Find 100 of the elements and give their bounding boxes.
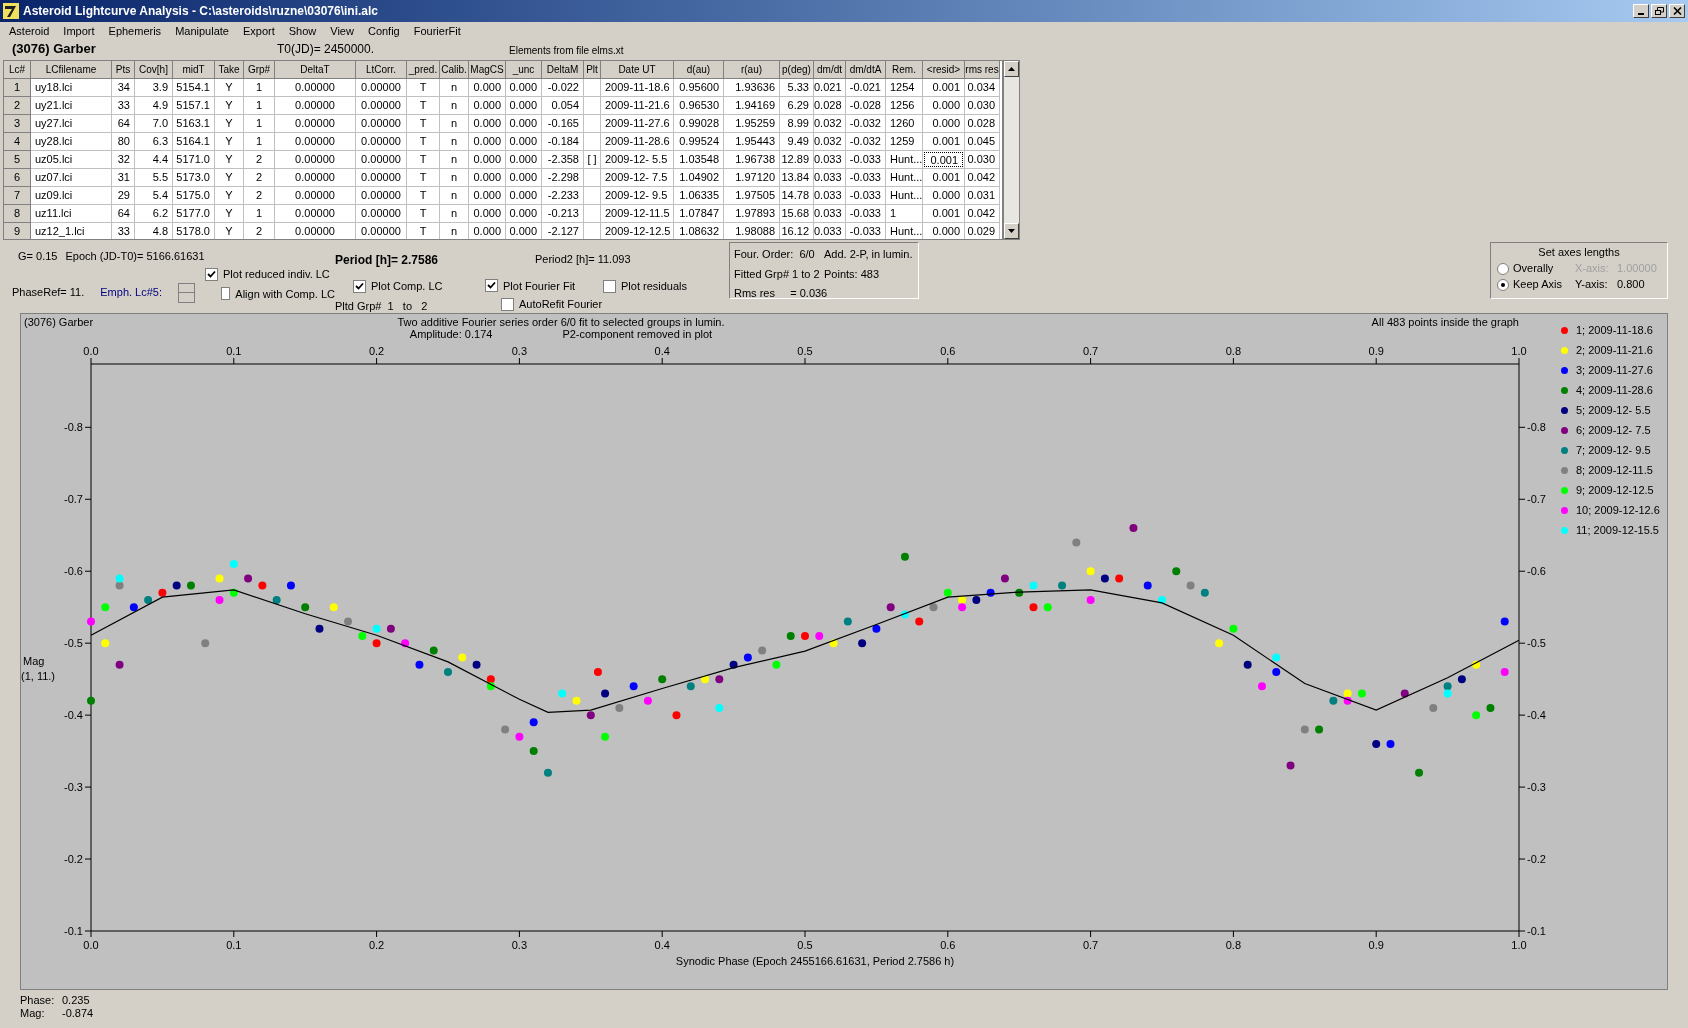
row-header[interactable]: 4 — [4, 133, 31, 151]
checkbox[interactable]: AutoRefit Fourier — [501, 296, 603, 313]
checkbox[interactable]: Plot Comp. LC — [353, 278, 485, 295]
points-note: All 483 points inside the graph — [1371, 316, 1519, 330]
table-cell-text: 0.028 — [814, 98, 843, 113]
table-cell-text: 5175.0 — [175, 188, 211, 203]
column-header[interactable]: Pts — [112, 61, 135, 79]
column-header[interactable]: _unc — [506, 61, 542, 79]
table-cell-text: 7.0 — [151, 116, 169, 131]
column-header[interactable]: dm/dtA — [846, 61, 886, 79]
checkbox[interactable]: Align with Comp. LC — [221, 285, 335, 302]
table-cell-text: 0.031 — [966, 188, 996, 203]
x-tick-label: 0.0 — [83, 345, 99, 357]
x-tick-label: 0.4 — [654, 939, 670, 951]
column-header[interactable]: Take — [215, 61, 244, 79]
column-header[interactable]: Lc# — [4, 61, 31, 79]
row-header[interactable]: 8 — [4, 205, 31, 223]
column-header[interactable]: DeltaM — [542, 61, 584, 79]
row-header[interactable]: 1 — [4, 79, 31, 97]
table-cell-text: -0.033 — [848, 170, 882, 185]
table-cell-text: 13.84 — [780, 170, 810, 185]
column-header[interactable]: Date UT — [601, 61, 674, 79]
column-header[interactable]: <resid> — [923, 61, 965, 79]
axes-settings-title: Set axes lengths — [1537, 245, 1621, 260]
y-tick-label: -0.1 — [64, 925, 83, 937]
column-header[interactable]: p(deg) — [780, 61, 814, 79]
table-cell-text: 0.033 — [814, 206, 843, 221]
column-header[interactable]: Grp# — [244, 61, 275, 79]
column-header[interactable]: LCfilename — [31, 61, 112, 79]
row-header[interactable]: 9 — [4, 223, 31, 239]
table-cell-text: 5177.0 — [175, 206, 211, 221]
radio-option[interactable]: Overally — [1497, 260, 1575, 277]
column-header[interactable]: _pred. — [407, 61, 440, 79]
table-cell-text: 16.12 — [780, 224, 810, 239]
table-cell-text: uz05.lci — [34, 152, 74, 167]
table-cell-text: 5171.0 — [175, 152, 211, 167]
x-tick-label: 0.3 — [511, 345, 528, 357]
table-cell-text: 0.001 — [931, 134, 961, 149]
column-header[interactable]: rms res — [965, 61, 1000, 79]
table-cell-text: 0.00000 — [360, 116, 402, 131]
table-cell-text: 0.032 — [814, 116, 843, 131]
row-header[interactable]: 3 — [4, 115, 31, 133]
column-header[interactable]: Calib. — [440, 61, 469, 79]
table-cell-text: 2009-11-18.6 — [604, 80, 671, 95]
legend-label: 7; 2009-12- 9.5 — [1576, 443, 1651, 459]
column-header[interactable]: dm/dt — [814, 61, 846, 79]
table-cell-text: 0.028 — [966, 116, 996, 131]
table-cell-text: 1.06335 — [678, 188, 720, 203]
x-tick-label: 0.9 — [1368, 345, 1384, 357]
legend-label: 6; 2009-12- 7.5 — [1576, 423, 1651, 439]
table-cell-text: 0.00000 — [294, 188, 336, 203]
table-cell-text: 0.045 — [966, 134, 996, 149]
radio-option[interactable]: Keep Axis — [1497, 276, 1575, 293]
column-header[interactable]: r(au) — [724, 61, 780, 79]
y-tick-label: -0.5 — [64, 637, 83, 650]
menu-item[interactable]: Ephemeris — [108, 22, 162, 40]
table-cell-text: 1 — [254, 80, 264, 95]
row-header[interactable]: 2 — [4, 97, 31, 115]
column-header[interactable]: Plt — [584, 61, 601, 79]
y-tick-label: -0.6 — [1527, 565, 1546, 578]
table-cell-text: 1.94169 — [734, 98, 776, 113]
table-cell-text: 0.033 — [814, 152, 843, 167]
table-cell-text: -0.032 — [848, 134, 882, 149]
column-header[interactable]: d(au) — [674, 61, 724, 79]
menu-item[interactable]: Show — [288, 22, 317, 40]
x-tick-label: 0.8 — [1225, 345, 1242, 357]
table-cell-text: 0.00000 — [360, 206, 402, 221]
row-header[interactable]: 7 — [4, 187, 31, 205]
row-header[interactable]: 6 — [4, 169, 31, 187]
row-header[interactable]: 5 — [4, 151, 31, 169]
table-cell-text: 0.054 — [550, 98, 580, 113]
table-cell-text: 2009-12- 7.5 — [604, 170, 669, 185]
column-header[interactable]: midT — [173, 61, 215, 79]
table-cell-text: 6.29 — [786, 98, 810, 113]
table-cell-text: Hunt... — [889, 188, 923, 203]
menu-item[interactable]: Import — [63, 22, 95, 40]
table-cell-text: 1.97505 — [734, 188, 776, 203]
table-cell-text: 12.89 — [780, 152, 810, 167]
menu-item[interactable]: Export — [242, 22, 275, 40]
checkbox[interactable]: Plot residuals — [603, 278, 729, 295]
table-cell-text: 8.99 — [786, 116, 810, 131]
table-cell-text: 80 — [116, 134, 131, 149]
menu-item[interactable]: Asteroid — [9, 22, 50, 40]
fit-info-text: Fitted Grp# 1 to 2 — [734, 266, 821, 282]
column-header[interactable]: DeltaT — [275, 61, 356, 79]
table-cell-text: 2009-12- 5.5 — [604, 152, 669, 167]
column-header[interactable]: Cov[h] — [135, 61, 173, 79]
column-header[interactable]: MagCS — [469, 61, 506, 79]
menu-item[interactable]: Manipulate — [175, 22, 229, 40]
table-cell-text: 0.00000 — [294, 224, 336, 239]
menu-item[interactable]: View — [330, 22, 354, 40]
column-header[interactable]: LtCorr. — [356, 61, 407, 79]
table-cell-text: 5173.0 — [175, 170, 211, 185]
table-cell-text: 0.00000 — [360, 134, 402, 149]
menu-item[interactable]: FourierFit — [413, 22, 461, 40]
menu-item[interactable]: Config — [367, 22, 400, 40]
column-header[interactable]: Rem. — [886, 61, 923, 79]
table-cell-text: 0.033 — [814, 188, 843, 203]
checkbox[interactable]: Plot reduced indiv. LC — [205, 266, 335, 283]
checkbox[interactable]: Plot Fourier Fit — [485, 277, 603, 294]
